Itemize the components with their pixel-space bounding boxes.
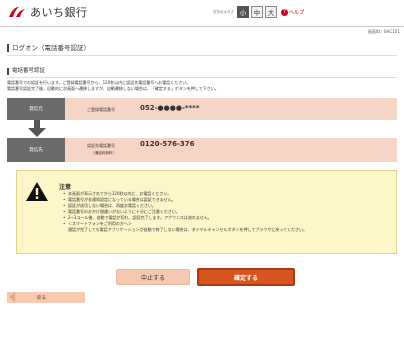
font-size-selector: 文字の大きさ 小 中 大 ? ヘルプ (213, 6, 304, 18)
bank-logo[interactable]: あいち銀行 (7, 4, 88, 20)
callee-note: （通話料無料） (91, 151, 117, 155)
callee-body: 認証先電話番号 0120-576-376 （通話料無料） (65, 138, 397, 162)
screen-id: 画面ID：BAC101 (367, 29, 400, 34)
help-icon: ? (281, 8, 288, 16)
back-arrow-icon (9, 292, 15, 302)
caller-field-label: ご登録電話番号 (87, 107, 115, 112)
header: あいち銀行 文字の大きさ 小 中 大 ? ヘルプ (0, 0, 404, 24)
notice-list: 本画面が表示されてから120秒以内に、お電話ください。 電話番号が非通知設定にな… (63, 191, 393, 233)
caller-body: ご登録電話番号 052-●●●●-**** (65, 98, 397, 120)
notice-box: 注意 本画面が表示されてから120秒以内に、お電話ください。 電話番号が非通知設… (16, 170, 397, 254)
callee-label: 発信先 (7, 138, 65, 162)
bank-name: あいち銀行 (30, 6, 88, 19)
caller-row: 発信元 ご登録電話番号 052-●●●●-**** (7, 98, 397, 120)
warning-icon (26, 182, 48, 201)
callee-field-label: 認証先電話番号 (87, 143, 115, 148)
callee-row: 発信先 認証先電話番号 0120-576-376 （通話料無料） (7, 138, 397, 162)
font-size-medium-button[interactable]: 中 (251, 6, 263, 18)
description-line: 電話番号認証完了後、自動的に次画面へ遷移しますが、自動遷移しない場合は、「確定す… (7, 86, 219, 91)
font-size-large-button[interactable]: 大 (265, 6, 277, 18)
page-title: ログオン（電話番号認証） (7, 44, 90, 52)
bank-logo-icon (7, 5, 27, 19)
confirm-button[interactable]: 確定する (197, 268, 295, 286)
back-label: 戻る (37, 295, 46, 301)
callee-phone-number: 0120-576-376 (140, 140, 195, 148)
notice-title: 注意 (59, 184, 72, 191)
font-size-label: 文字の大きさ (213, 9, 234, 14)
header-divider (0, 26, 404, 27)
description: 電話番号での認証を行います。ご登録電話番号から、120秒以内に認証先電話番号へお… (7, 80, 397, 92)
caller-phone-number: 052-●●●●-**** (140, 104, 200, 112)
notice-item-detail: 通話が完了しても電話アプリケーションが自動で終了しない場合は、ダイヤルキャンセル… (68, 227, 308, 232)
caller-label: 発信元 (7, 98, 65, 120)
section-title: 電話番号認証 (7, 68, 45, 75)
help-label: ヘルプ (289, 9, 305, 16)
title-divider (7, 55, 397, 56)
section-divider (7, 77, 397, 78)
back-button[interactable]: 戻る (7, 292, 85, 303)
arrow-down-icon (28, 120, 46, 137)
font-size-small-button[interactable]: 小 (237, 6, 249, 18)
cancel-button[interactable]: 中止する (116, 269, 190, 285)
help-link[interactable]: ? ヘルプ (281, 8, 305, 16)
